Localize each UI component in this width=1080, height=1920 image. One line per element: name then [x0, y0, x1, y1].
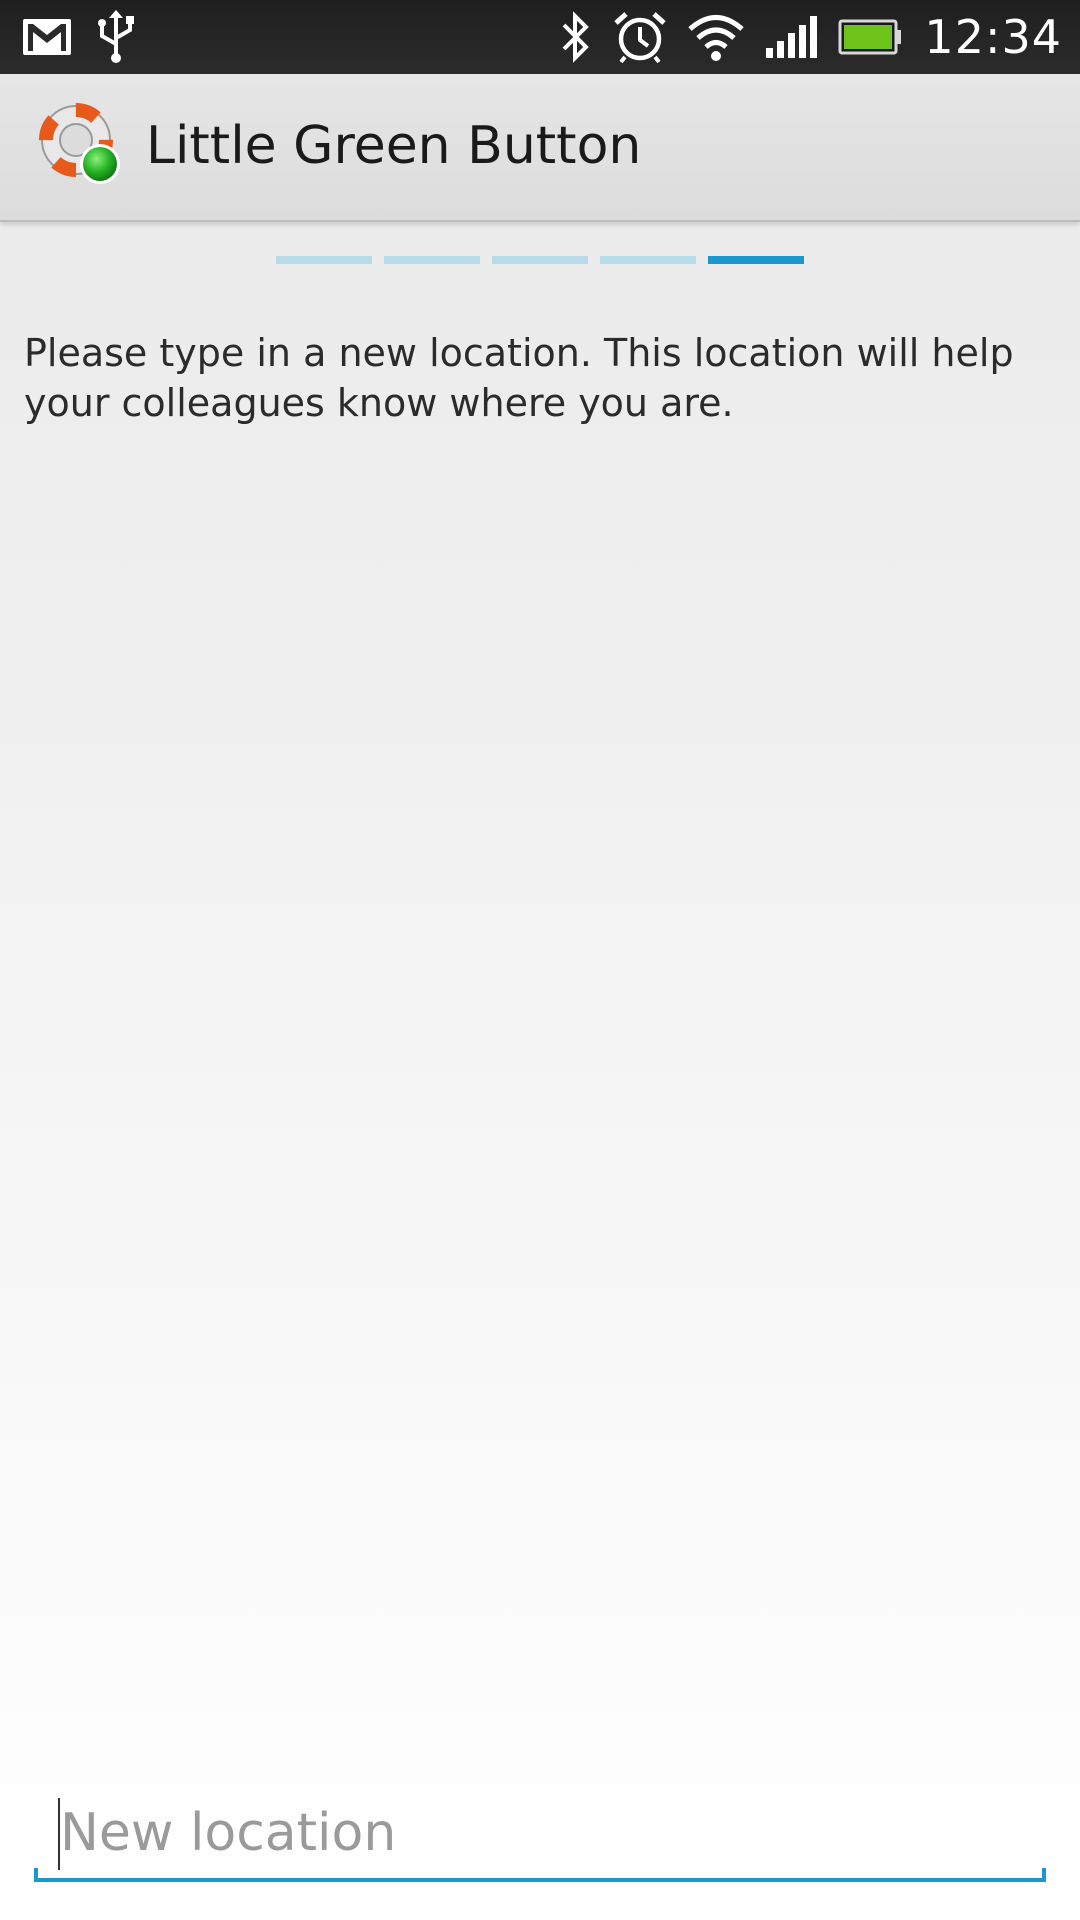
wifi-icon: [688, 15, 745, 61]
text-cursor: [58, 1798, 60, 1870]
bluetooth-icon: [563, 11, 590, 63]
lifebuoy-green-dot-icon: [39, 103, 120, 184]
status-bar-left: [22, 10, 138, 64]
input-underline: [34, 1878, 1046, 1882]
status-bar: 12:34: [0, 0, 1080, 74]
step-indicator-segment-5: [708, 256, 804, 264]
instruction-text: Please type in a new location. This loca…: [24, 331, 1014, 425]
usb-icon: [98, 10, 134, 63]
step-indicator-segment-3: [492, 256, 588, 264]
input-underline-left-tick: [34, 1868, 38, 1882]
gmail-icon: [23, 19, 71, 55]
status-bar-right: 12:34: [558, 6, 1062, 68]
step-indicator: [276, 256, 804, 264]
step-indicator-segment-2: [384, 256, 480, 264]
location-input-container[interactable]: [34, 1790, 1046, 1886]
alarm-icon: [614, 12, 667, 64]
app-title: Little Green Button: [146, 116, 642, 176]
step-indicator-segment-1: [276, 256, 372, 264]
step-indicator-segment-4: [600, 256, 696, 264]
input-underline-right-tick: [1042, 1868, 1046, 1882]
status-time: 12:34: [924, 10, 1062, 64]
battery-icon: [838, 19, 902, 55]
signal-icon: [766, 16, 818, 58]
action-bar: Little Green Button: [0, 74, 1080, 222]
new-location-input[interactable]: [34, 1790, 1046, 1876]
